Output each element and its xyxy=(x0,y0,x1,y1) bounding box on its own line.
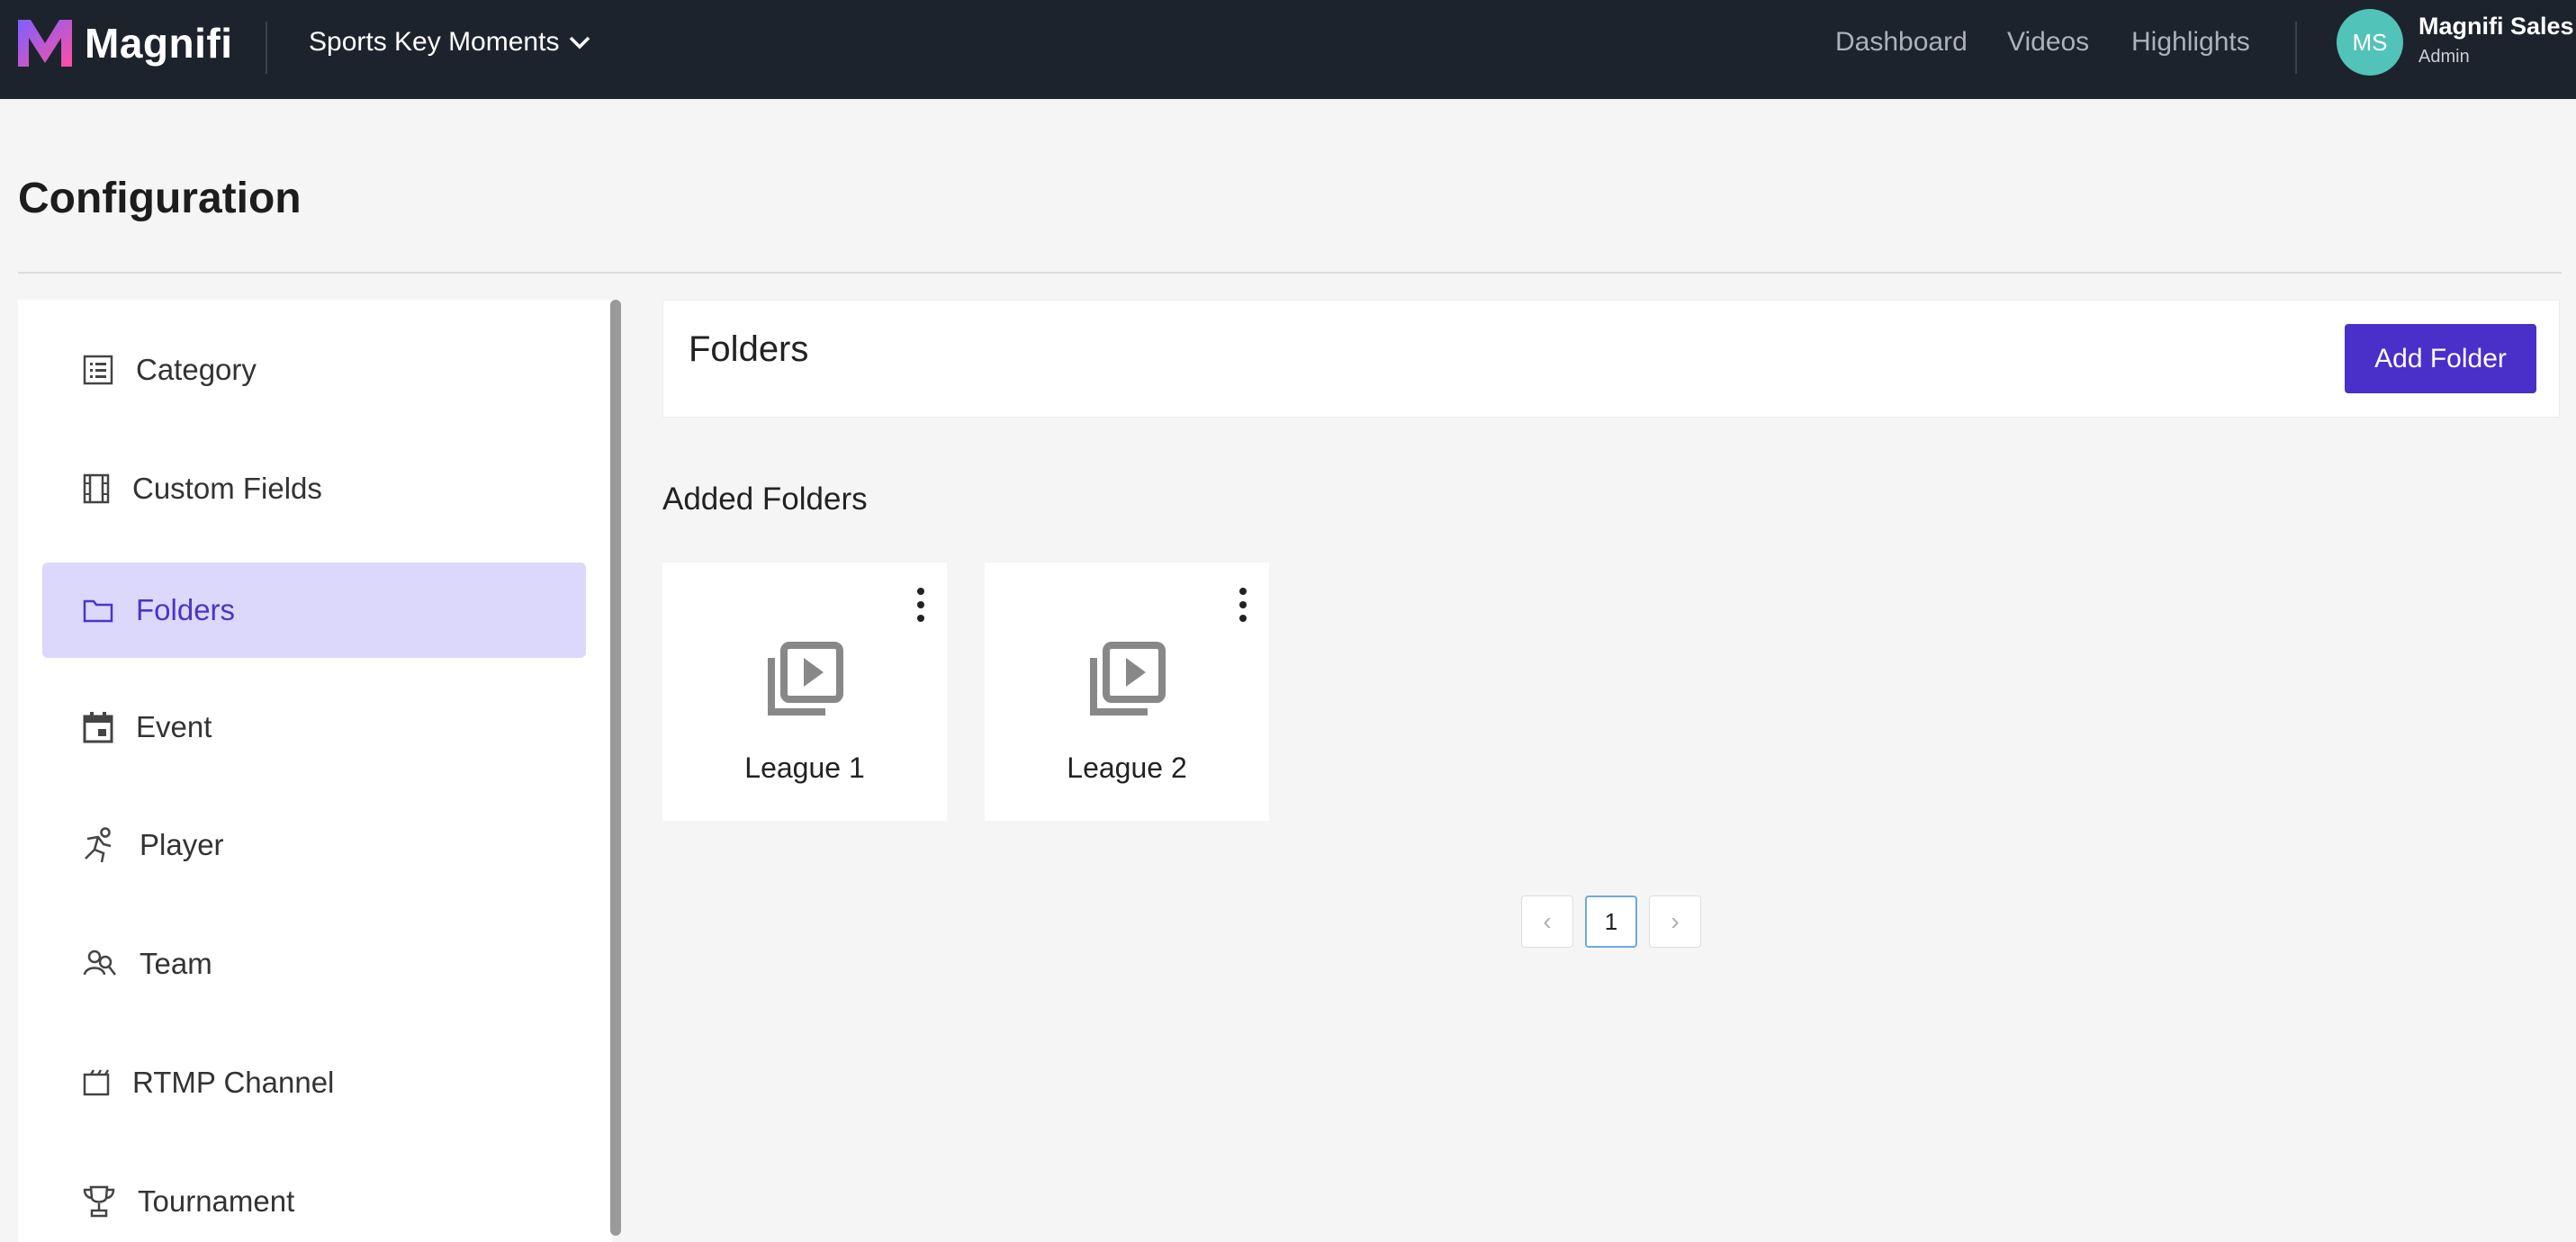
project-selector[interactable]: Sports Key Moments xyxy=(309,22,591,63)
sidebar-item-label: Tournament xyxy=(138,1184,295,1218)
folder-tile[interactable]: League 1 xyxy=(662,562,947,821)
sidebar-item-label: Folders xyxy=(136,593,236,626)
folder-name: League 2 xyxy=(1067,752,1187,784)
video-library-icon xyxy=(1090,642,1166,716)
add-folder-button[interactable]: Add Folder xyxy=(2345,324,2536,393)
list-icon xyxy=(83,355,113,385)
folder-name: League 1 xyxy=(744,752,865,784)
team-icon xyxy=(83,950,116,976)
pagination-next-button[interactable]: › xyxy=(1649,896,1701,948)
film-icon xyxy=(83,473,110,504)
clapper-icon xyxy=(83,1069,110,1096)
sidebar-item-tournament[interactable]: Tournament xyxy=(42,1154,586,1242)
pagination-page-1[interactable]: 1 xyxy=(1585,896,1637,948)
user-name[interactable]: Magnifi Sales xyxy=(2418,13,2574,40)
sidebar-item-category[interactable]: Category xyxy=(42,322,586,418)
top-navbar: Magnifi Sports Key Moments Dashboard Vid… xyxy=(0,0,2576,99)
brand-name: Magnifi xyxy=(85,20,233,67)
sidebar-item-label: Team xyxy=(140,947,212,980)
calendar-icon xyxy=(83,712,113,743)
chevron-down-icon xyxy=(570,36,590,50)
sidebar-item-label: Player xyxy=(140,828,224,861)
sidebar-item-folders[interactable]: Folders xyxy=(42,562,586,658)
folder-icon xyxy=(83,599,113,623)
page-title: Configuration xyxy=(18,175,302,222)
trophy-icon xyxy=(83,1185,115,1218)
more-options-icon[interactable] xyxy=(916,588,925,622)
sidebar-item-rtmp-channel[interactable]: RTMP Channel xyxy=(42,1035,586,1130)
sidebar-item-custom-fields[interactable]: Custom Fields xyxy=(42,441,586,536)
avatar[interactable]: MS xyxy=(2337,9,2403,76)
sidebar-item-event[interactable]: Event xyxy=(42,680,586,775)
avatar-initials: MS xyxy=(2352,28,2388,56)
video-library-icon xyxy=(768,642,843,716)
sidebar-item-team[interactable]: Team xyxy=(42,916,586,1012)
section-title: Folders xyxy=(689,329,809,369)
nav-videos[interactable]: Videos xyxy=(2007,22,2089,63)
sidebar-scrollbar[interactable] xyxy=(610,300,621,1236)
nav-dashboard[interactable]: Dashboard xyxy=(1835,22,1968,63)
magnifi-logo-icon xyxy=(18,20,72,67)
added-folders-title: Added Folders xyxy=(662,482,868,517)
divider xyxy=(18,272,2562,274)
player-icon xyxy=(85,827,112,863)
divider xyxy=(266,22,267,74)
divider xyxy=(2295,22,2297,74)
folders-header-card: Folders Add Folder xyxy=(662,300,2560,418)
brand-logo[interactable]: Magnifi xyxy=(14,16,232,70)
pagination-prev-button[interactable]: ‹ xyxy=(1521,896,1573,948)
more-options-icon[interactable] xyxy=(1238,588,1247,622)
sidebar-item-label: RTMP Channel xyxy=(132,1066,335,1099)
nav-highlights[interactable]: Highlights xyxy=(2131,22,2250,63)
sidebar-item-label: Custom Fields xyxy=(132,472,322,505)
folder-tile[interactable]: League 2 xyxy=(985,562,1269,821)
config-sidebar: Category Custom Fields Folders Event Pla… xyxy=(18,300,612,1242)
project-name: Sports Key Moments xyxy=(309,27,560,57)
sidebar-item-player[interactable]: Player xyxy=(42,797,586,893)
user-role: Admin xyxy=(2418,47,2470,67)
sidebar-item-label: Category xyxy=(136,353,257,386)
sidebar-item-label: Event xyxy=(136,710,212,743)
